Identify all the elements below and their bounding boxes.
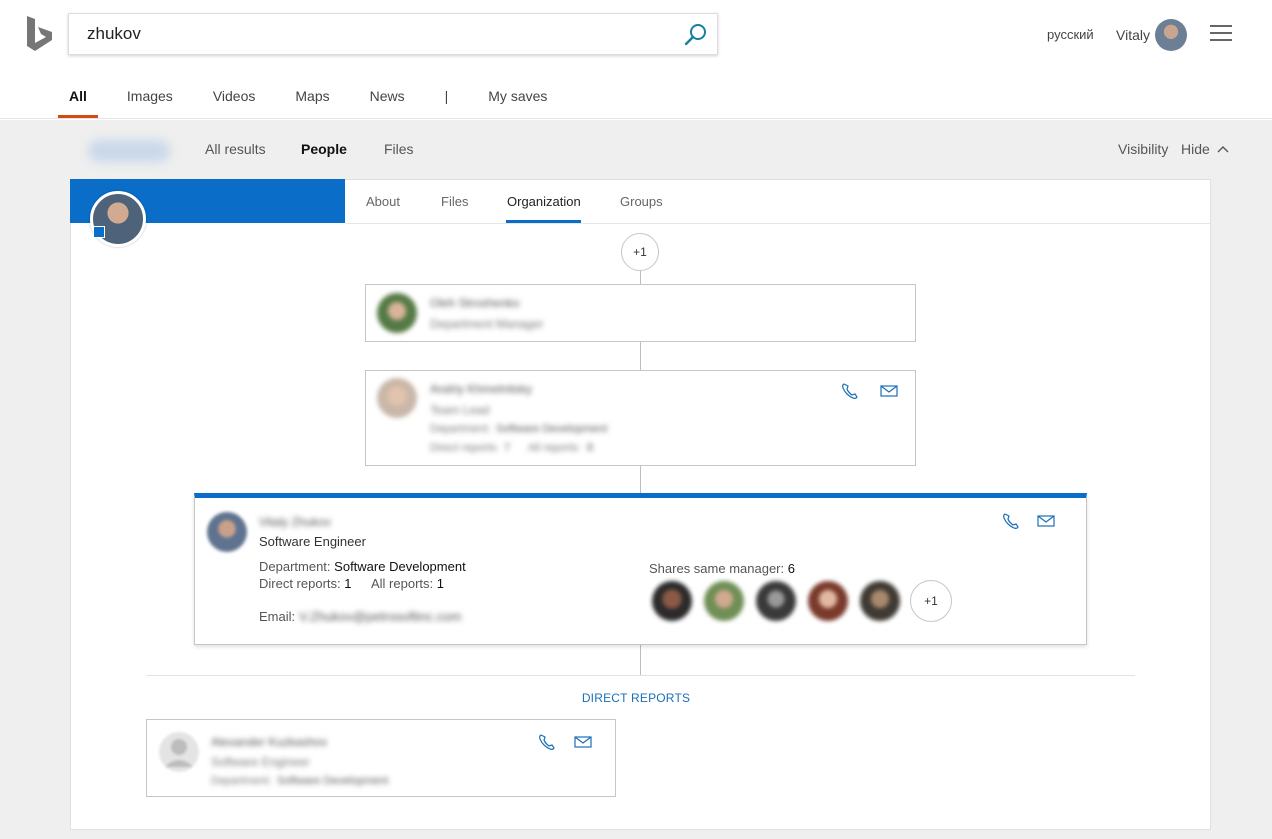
section-divider	[146, 675, 1135, 676]
subtab-files[interactable]: Files	[384, 141, 414, 157]
person-email-label: Email:	[259, 609, 295, 624]
language-link[interactable]: русский	[1047, 27, 1094, 42]
person-email[interactable]: V.Zhukov@petrosoftinc.com	[299, 609, 461, 624]
chevron-up-icon[interactable]	[1216, 143, 1230, 155]
profile-photo[interactable]	[90, 191, 146, 247]
person-direct-reports-row: Direct reports: 1	[259, 576, 352, 591]
report-name: Alexander Kuzkashov	[211, 735, 328, 749]
mail-icon[interactable]	[879, 382, 899, 400]
avatar	[377, 293, 417, 333]
tab-organization[interactable]: Organization	[507, 194, 581, 209]
person-department-label: Department:	[259, 559, 331, 574]
phone-icon[interactable]	[840, 382, 860, 400]
shares-manager-count: 6	[787, 561, 795, 576]
org-connector	[640, 341, 641, 371]
manager-all-reports: 8	[587, 442, 594, 454]
user-avatar[interactable]	[1155, 19, 1187, 51]
phone-icon[interactable]	[537, 733, 557, 751]
direct-reports-heading: DIRECT REPORTS	[581, 691, 691, 705]
manager-name: Oleh Stroshenko	[430, 296, 520, 310]
nav-my-saves[interactable]: My saves	[488, 80, 547, 118]
skype-badge-icon	[93, 226, 105, 238]
report-department: Software Development	[277, 775, 389, 787]
nav-news[interactable]: News	[370, 80, 405, 118]
tab-about[interactable]: About	[366, 194, 400, 209]
person-all-reports-row: All reports: 1	[371, 576, 444, 591]
search-scope-nav: All Images Videos Maps News | My saves	[58, 80, 587, 119]
manager-department: Software Development	[496, 423, 608, 435]
manager-name: Andriy Khmelnitsky	[430, 382, 533, 396]
visibility-button[interactable]: Visibility	[1118, 141, 1168, 157]
mail-icon[interactable]	[1036, 512, 1056, 530]
tab-files[interactable]: Files	[441, 194, 468, 209]
more-peers-button[interactable]: +1	[910, 580, 952, 622]
header: русский Vitaly All Images Videos Maps Ne…	[0, 0, 1272, 119]
shares-manager-label: Shares same manager:	[649, 561, 785, 576]
manager-direct-reports: 7	[504, 442, 511, 454]
manager-title: Department Manager	[430, 317, 544, 331]
person-placeholder-icon	[159, 732, 199, 772]
peer-avatar[interactable]	[704, 581, 744, 621]
report-title: Software Engineer	[211, 755, 310, 769]
person-all-reports-label: All reports:	[371, 576, 434, 591]
person-department: Software Development	[334, 559, 466, 574]
report-department-label: Department:	[211, 775, 272, 787]
subtab-people[interactable]: People	[301, 141, 347, 157]
shares-manager-row: Shares same manager: 6	[649, 561, 795, 576]
subtab-all-results[interactable]: All results	[205, 141, 266, 157]
nav-images[interactable]: Images	[127, 80, 173, 118]
org-connector	[640, 644, 641, 675]
manager-card-department-manager[interactable]	[365, 284, 916, 342]
organization-logo	[88, 140, 170, 162]
nav-videos[interactable]: Videos	[213, 80, 256, 118]
user-name[interactable]: Vitaly	[1116, 27, 1150, 43]
person-direct-reports: 1	[344, 576, 352, 591]
hamburger-menu-icon[interactable]	[1210, 25, 1232, 43]
nav-maps[interactable]: Maps	[295, 80, 329, 118]
nav-all[interactable]: All	[58, 80, 98, 118]
search-box	[68, 13, 718, 55]
person-direct-reports-label: Direct reports:	[259, 576, 341, 591]
manager-title: Team Lead	[430, 403, 490, 417]
tab-groups[interactable]: Groups	[620, 194, 663, 209]
nav-separator: |	[444, 88, 449, 104]
person-department-row: Department: Software Development	[259, 559, 466, 574]
bing-logo-icon[interactable]	[26, 16, 54, 52]
org-connector	[640, 270, 641, 285]
peer-avatar[interactable]	[860, 581, 900, 621]
active-tab-indicator	[506, 220, 581, 223]
person-name: Vitaly Zhukov	[259, 515, 331, 529]
email-label: Email:	[259, 609, 296, 624]
manager-all-reports-label: All reports:	[528, 442, 581, 454]
peer-avatar[interactable]	[652, 581, 692, 621]
peer-avatar[interactable]	[756, 581, 796, 621]
search-icon[interactable]	[683, 22, 709, 48]
hide-button[interactable]: Hide	[1181, 141, 1210, 157]
peer-avatar[interactable]	[808, 581, 848, 621]
more-managers-button[interactable]: +1	[621, 233, 659, 271]
manager-direct-reports-label: Direct reports:	[430, 442, 500, 454]
search-input[interactable]	[87, 14, 677, 54]
avatar	[377, 378, 417, 418]
phone-icon[interactable]	[1001, 512, 1021, 530]
avatar	[207, 512, 247, 552]
manager-department-label: Department:	[430, 423, 491, 435]
tabs-divider	[345, 223, 1210, 224]
person-all-reports: 1	[436, 576, 444, 591]
mail-icon[interactable]	[573, 733, 593, 751]
person-title: Software Engineer	[259, 534, 366, 549]
org-connector	[640, 465, 641, 494]
